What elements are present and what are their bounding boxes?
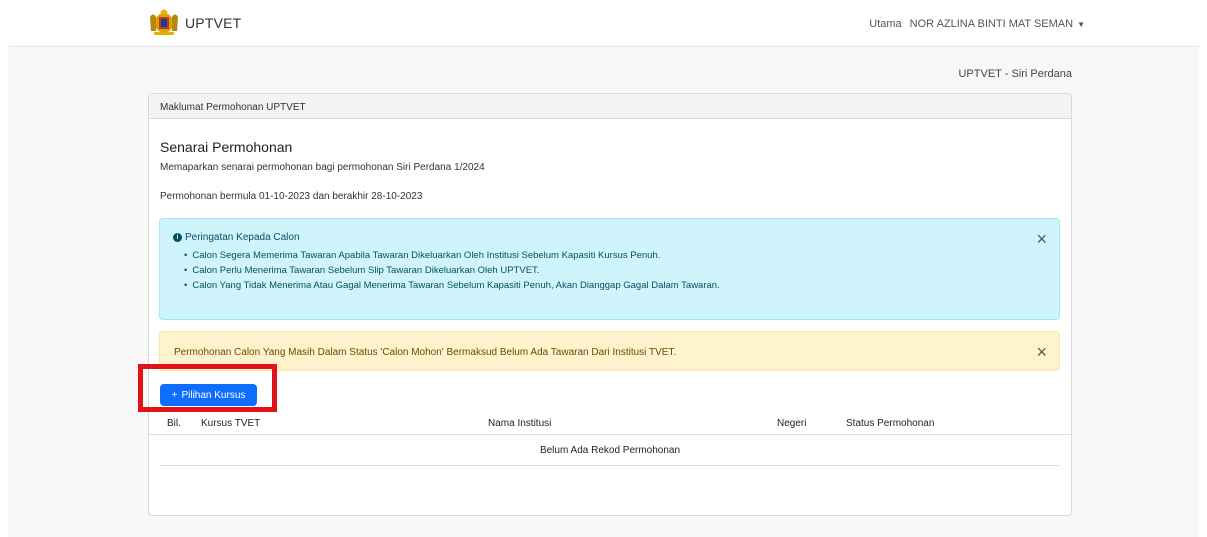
info-alert-title: i Peringatan Kepada Calon xyxy=(173,232,300,243)
nav-links: Utama NOR AZLINA BINTI MAT SEMAN ▼ xyxy=(869,18,1085,30)
siri-label: UPTVET - Siri Perdana xyxy=(958,68,1072,80)
table-empty-row: Belum Ada Rekod Permohonan xyxy=(160,436,1060,466)
brand-title: UPTVET xyxy=(185,15,242,31)
brand[interactable]: UPTVET xyxy=(147,9,241,37)
page-title: Senarai Permohonan xyxy=(160,139,293,155)
column-header-negeri: Negeri xyxy=(777,418,807,429)
caret-down-icon: ▼ xyxy=(1077,20,1085,29)
table-header: Bil. Kursus TVET Nama Institusi Negeri S… xyxy=(149,415,1071,435)
list-item: Calon Perlu Menerima Tawaran Sebelum Sli… xyxy=(184,263,720,278)
close-icon[interactable]: × xyxy=(1036,343,1047,361)
malaysia-crest-logo xyxy=(150,9,178,35)
user-menu[interactable]: NOR AZLINA BINTI MAT SEMAN ▼ xyxy=(910,18,1085,30)
card-description: Memaparkan senarai permohonan bagi permo… xyxy=(160,162,485,173)
info-alert: i Peringatan Kepada Calon Calon Segera M… xyxy=(159,218,1060,320)
warning-alert: Permohonan Calon Yang Masih Dalam Status… xyxy=(159,331,1060,371)
highlight-box xyxy=(138,364,277,412)
close-icon[interactable]: × xyxy=(1036,230,1047,248)
application-period: Permohonan bermula 01-10-2023 dan berakh… xyxy=(160,191,423,202)
info-alert-list: Calon Segera Memerima Tawaran Apabila Ta… xyxy=(184,248,720,293)
card-header: Maklumat Permohonan UPTVET xyxy=(149,94,1071,119)
column-header-bil: Bil. xyxy=(167,418,181,429)
list-item: Calon Yang Tidak Menerima Atau Gagal Men… xyxy=(184,278,719,293)
column-header-status: Status Permohonan xyxy=(846,418,935,429)
user-name: NOR AZLINA BINTI MAT SEMAN xyxy=(909,18,1074,30)
list-item: Calon Segera Memerima Tawaran Apabila Ta… xyxy=(184,248,720,263)
top-navbar: UPTVET Utama NOR AZLINA BINTI MAT SEMAN ▼ xyxy=(8,0,1199,47)
application-card: Maklumat Permohonan UPTVET Senarai Permo… xyxy=(148,93,1072,516)
column-header-kursus: Kursus TVET xyxy=(201,418,261,429)
nav-link-utama[interactable]: Utama xyxy=(869,18,901,30)
info-icon: i xyxy=(173,233,182,242)
info-alert-title-text: Peringatan Kepada Calon xyxy=(185,232,300,243)
column-header-institusi: Nama Institusi xyxy=(488,418,552,429)
warning-alert-text: Permohonan Calon Yang Masih Dalam Status… xyxy=(174,347,677,358)
